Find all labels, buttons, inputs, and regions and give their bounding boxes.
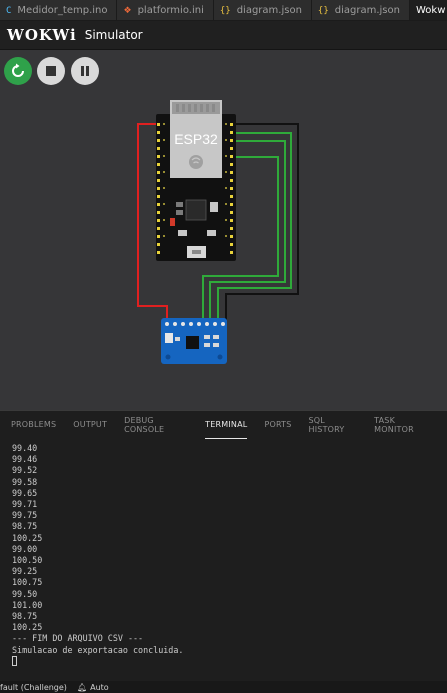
status-auto-label: Auto — [90, 682, 109, 692]
terminal-line: 99.65 — [12, 487, 38, 498]
en-button[interactable] — [178, 230, 187, 236]
tab-label: platformio.ini — [137, 5, 204, 16]
terminal-line: 100.25 — [12, 622, 43, 633]
platformio-icon: ❖ — [123, 5, 132, 16]
status-profile[interactable]: fault (Challenge) — [0, 683, 67, 692]
page-title: Simulator — [84, 28, 143, 42]
editor-tab-strip: C Medidor_temp.ino ❖ platformio.ini {} d… — [0, 0, 447, 21]
boot-button[interactable] — [207, 230, 216, 236]
wokwi-logo: WOKWi — [7, 26, 77, 44]
terminal-line: 101.00 — [12, 599, 43, 610]
terminal-line: 99.00 — [12, 543, 38, 554]
circuit-diagram: ESP32 — [137, 100, 299, 364]
json-file-icon: {} — [219, 5, 231, 16]
terminal-line: 99.71 — [12, 499, 38, 510]
tab-ports[interactable]: PORTS — [264, 411, 291, 439]
wifi-logo-icon — [189, 155, 203, 169]
terminal-cursor — [12, 656, 442, 667]
terminal-output[interactable]: 99.40 99.46 99.52 99.58 99.65 99.71 99.75 98.75… — [12, 443, 442, 667]
terminal-line: 99.25 — [12, 566, 38, 577]
bottom-panel: PROBLEMS OUTPUT DEBUG CONSOLE TERMINAL P… — [0, 410, 447, 681]
c-file-icon: C — [6, 5, 12, 16]
tab-problems[interactable]: PROBLEMS — [11, 411, 56, 439]
terminal-line: 99.46 — [12, 454, 38, 465]
terminal-line: --- FIM DO ARQUIVO CSV --- — [12, 633, 144, 644]
tab-diagram-json[interactable]: {} diagram.json — [213, 0, 312, 20]
terminal-line: 98.75 — [12, 611, 38, 622]
simulator-canvas[interactable]: ESP32 — [0, 50, 447, 410]
sensor-module[interactable] — [161, 318, 227, 364]
terminal-line: 100.50 — [12, 555, 43, 566]
terminal-line: Simulacao de exportacao concluida. — [12, 644, 184, 655]
terminal-line: 99.52 — [12, 465, 38, 476]
terminal-line: 99.50 — [12, 588, 38, 599]
esp32-label: ESP32 — [174, 131, 218, 147]
tab-diagram-json-2[interactable]: {} diagram.json — [311, 0, 410, 20]
terminal-line: 99.40 — [12, 443, 38, 453]
tab-output[interactable]: OUTPUT — [73, 411, 107, 439]
tab-label: Wokw — [415, 5, 446, 16]
tab-medidor-temp-ino[interactable]: C Medidor_temp.ino — [0, 0, 118, 20]
panel-tab-bar: PROBLEMS OUTPUT DEBUG CONSOLE TERMINAL P… — [0, 411, 447, 439]
tab-label: diagram.json — [334, 5, 400, 16]
gnd-wire — [225, 123, 299, 320]
terminal-line: 100.25 — [12, 532, 43, 543]
chip — [185, 199, 207, 221]
tab-sql-history[interactable]: SQL HISTORY — [309, 411, 358, 439]
sensor-chip — [186, 336, 199, 349]
status-bar: fault (Challenge) 🔔︎ Auto — [0, 681, 447, 693]
tab-label: Medidor_temp.ino — [17, 5, 108, 16]
tab-label: diagram.json — [236, 5, 302, 16]
tab-wokwi-simulator[interactable]: Wokw — [409, 0, 447, 20]
tab-platformio-ini[interactable]: ❖ platformio.ini — [117, 0, 214, 20]
terminal-line: 99.58 — [12, 476, 38, 487]
terminal-line: 99.75 — [12, 510, 38, 521]
json-file-icon: {} — [317, 5, 329, 16]
tab-terminal[interactable]: TERMINAL — [205, 411, 248, 439]
bell-icon: 🔔︎ — [76, 682, 88, 692]
terminal-line: 100.75 — [12, 577, 43, 588]
power-led — [170, 218, 175, 226]
esp32-board[interactable]: ESP32 — [156, 100, 236, 261]
status-auto[interactable]: 🔔︎ Auto — [77, 683, 109, 692]
tab-task-monitor[interactable]: TASK MONITOR — [374, 411, 430, 439]
terminal-line: 98.75 — [12, 521, 38, 532]
tab-debug-console[interactable]: DEBUG CONSOLE — [124, 411, 188, 439]
cursor-block — [12, 656, 17, 667]
simulator-header: WOKWi Simulator — [0, 21, 447, 50]
